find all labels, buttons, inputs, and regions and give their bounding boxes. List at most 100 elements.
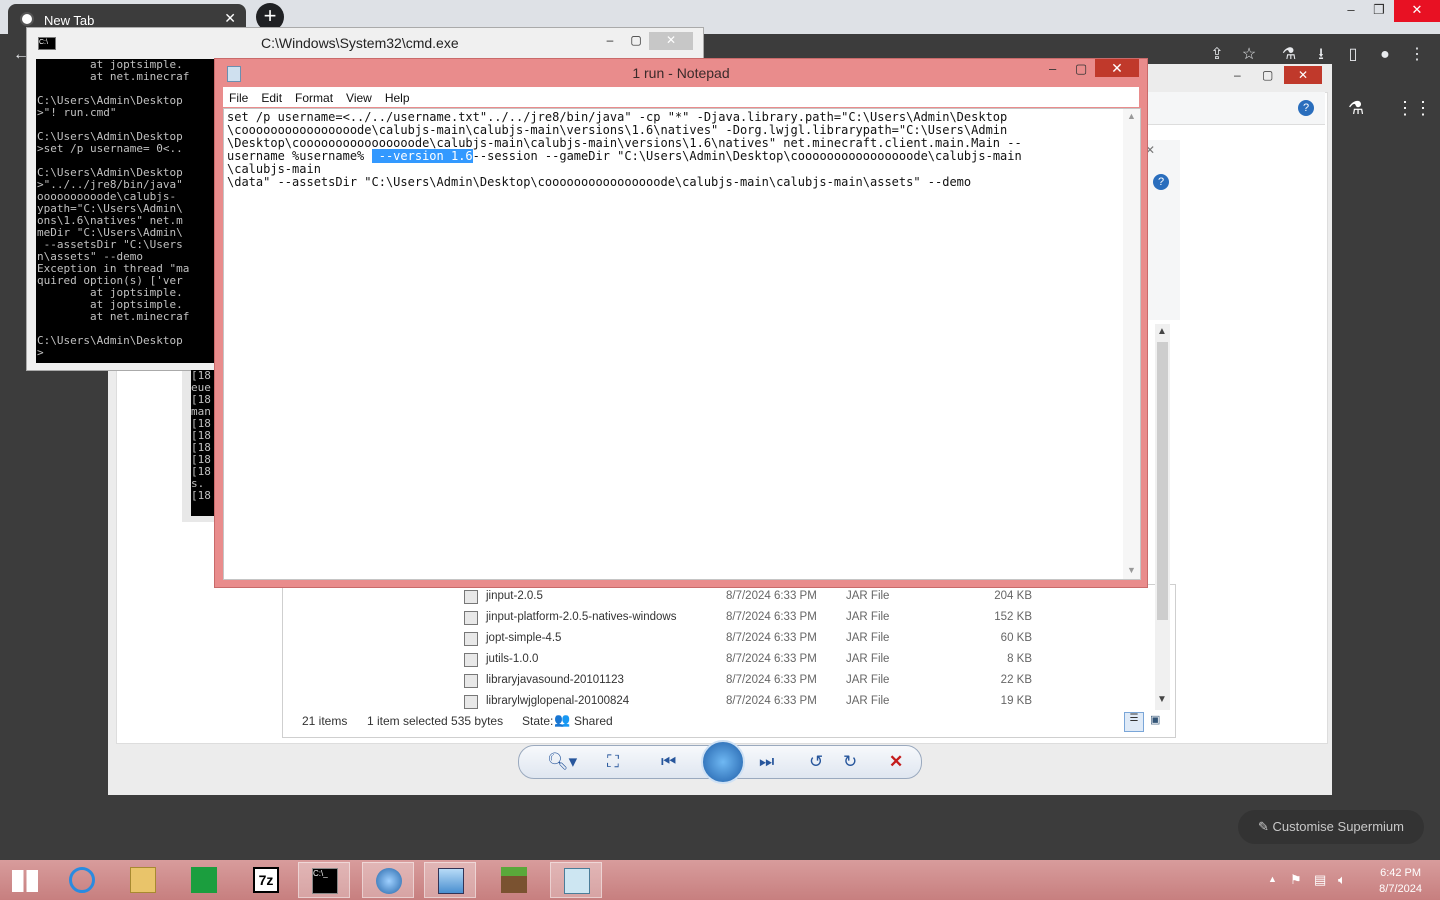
zoom-icon[interactable]: 🔍︎▾ — [547, 752, 577, 772]
dialog-edge — [1145, 140, 1180, 320]
explorer-close-button[interactable]: ✕ — [1284, 66, 1322, 84]
cmd-console-second[interactable]: [18 eue [18 man [18 [18 [18 [18 [18 s. [… — [191, 370, 215, 516]
details-view-icon[interactable]: ☰ — [1124, 712, 1144, 732]
previous-icon[interactable]: ⏮ — [661, 752, 676, 772]
sidepanel-icon[interactable]: ▯ — [1342, 44, 1364, 66]
menu-format[interactable]: Format — [289, 87, 340, 105]
jar-file-icon — [464, 611, 478, 625]
scroll-up-icon[interactable]: ▲ — [1127, 111, 1136, 121]
menu-edit[interactable]: Edit — [255, 87, 289, 105]
file-row[interactable]: libraryjavasound-20101123 8/7/2024 6:33 P… — [464, 671, 1104, 692]
notepad-editor[interactable]: set /p username=<../../username.txt"../.… — [223, 108, 1141, 580]
profile-icon[interactable]: ● — [1374, 44, 1396, 66]
notepad-taskbar-icon — [564, 868, 590, 894]
notepad-text: set /p username=<../../username.txt"../.… — [227, 111, 1107, 189]
apps-grid-icon[interactable]: ⋮⋮ — [1396, 98, 1432, 119]
menu-view[interactable]: View — [340, 87, 379, 105]
notepad-window[interactable]: 1 run - Notepad – ▢ ✕ File Edit Format View… — [214, 58, 1148, 588]
taskbar-store[interactable] — [178, 862, 230, 898]
rotate-right-icon[interactable]: ↻ — [843, 752, 857, 772]
file-name: jinput-2.0.5 — [486, 590, 543, 602]
scroll-down-icon[interactable]: ▼ — [1157, 694, 1167, 705]
explorer-minimize-button[interactable]: – — [1234, 68, 1241, 82]
notepad-scrollbar[interactable]: ▲ ▼ — [1123, 109, 1140, 579]
photo-viewer-toolbar: 🔍︎▾ ⛶ ⏮ ⏭ ↺ ↻ ✕ — [518, 740, 922, 784]
thumbnail-view-icon[interactable]: ▣ — [1150, 713, 1160, 726]
taskbar-internet-explorer[interactable] — [56, 862, 108, 898]
star-icon[interactable]: ☆ — [1238, 44, 1260, 66]
jar-file-icon — [464, 653, 478, 667]
menu-file[interactable]: File — [223, 87, 255, 105]
taskbar-7zip[interactable]: 7z — [240, 862, 292, 898]
network-icon[interactable]: ▤ — [1314, 872, 1326, 888]
scroll-up-icon[interactable]: ▲ — [1157, 326, 1167, 337]
windows-logo-icon — [12, 870, 38, 892]
pencil-icon: ✎ — [1257, 819, 1273, 834]
file-row[interactable]: jutils-1.0.0 8/7/2024 6:33 PM JAR File 8 KB — [464, 650, 1104, 671]
file-row[interactable]: jopt-simple-4.5 8/7/2024 6:33 PM JAR File 6… — [464, 629, 1104, 650]
file-name: jinput-platform-2.0.5-natives-windows — [486, 611, 677, 623]
share-icon[interactable]: ⇪ — [1206, 44, 1228, 66]
download-icon[interactable]: ⭳ — [1310, 44, 1332, 66]
file-name: jutils-1.0.0 — [486, 653, 539, 665]
taskbar-minecraft[interactable] — [488, 862, 540, 898]
cmd-close-button[interactable]: ✕ — [649, 32, 693, 50]
volume-icon[interactable]: 🔈︎ — [1338, 872, 1346, 888]
cmd-taskbar-icon: C:\_ — [312, 868, 338, 894]
cmd-maximize-button[interactable]: ▢ — [623, 32, 649, 50]
action-center-icon[interactable]: ⚑ — [1290, 872, 1302, 888]
scroll-down-icon[interactable]: ▼ — [1127, 565, 1136, 575]
file-row[interactable]: librarylwjglopenal-20100824 8/7/2024 6:33… — [464, 692, 1104, 713]
status-state-label: State: — [522, 714, 554, 728]
labs-icon[interactable]: ⚗ — [1278, 44, 1300, 66]
scrollbar-thumb[interactable] — [1157, 342, 1168, 620]
taskbar-clock[interactable]: 6:42 PM 8/7/2024 — [1379, 865, 1422, 897]
actual-size-icon[interactable]: ⛶ — [607, 752, 619, 772]
close-window-button[interactable]: ✕ — [1394, 0, 1440, 22]
taskbar-file-explorer[interactable] — [117, 862, 169, 898]
rotate-left-icon[interactable]: ↺ — [809, 752, 823, 772]
help-icon[interactable]: ? — [1298, 100, 1314, 116]
status-state-value: Shared — [574, 714, 613, 728]
jar-file-icon — [464, 674, 478, 688]
taskbar-notepad[interactable] — [550, 862, 602, 898]
close-tab-icon[interactable]: ✕ — [224, 10, 236, 27]
file-row[interactable]: jinput-2.0.5 8/7/2024 6:33 PM JAR File 204 … — [464, 587, 1104, 608]
menu-help[interactable]: Help — [379, 87, 417, 105]
status-item-count: 21 items — [302, 714, 348, 728]
notepad-close-button[interactable]: ✕ — [1095, 59, 1139, 77]
customise-button[interactable]: ✎ Customise Supermium — [1238, 810, 1424, 844]
file-type: JAR File — [846, 590, 890, 602]
taskbar-cmd[interactable]: C:\_ — [298, 862, 350, 898]
file-type: JAR File — [846, 674, 890, 686]
file-size: 22 KB — [1000, 674, 1032, 686]
taskbar-browser[interactable] — [362, 862, 414, 898]
delete-icon[interactable]: ✕ — [889, 752, 903, 772]
slideshow-button[interactable] — [701, 740, 745, 784]
notepad-maximize-button[interactable]: ▢ — [1075, 61, 1087, 77]
start-button[interactable] — [0, 862, 52, 898]
shared-users-icon: 👥 — [554, 712, 571, 727]
file-type: JAR File — [846, 653, 890, 665]
jar-file-icon — [464, 632, 478, 646]
file-row[interactable]: jinput-platform-2.0.5-natives-windows 8/7… — [464, 608, 1104, 629]
store-icon — [191, 867, 217, 893]
selected-text: --version 1.6 — [371, 149, 473, 163]
file-size: 204 KB — [994, 590, 1032, 602]
notepad-minimize-button[interactable]: – — [1049, 61, 1056, 76]
file-name: jopt-simple-4.5 — [486, 632, 562, 644]
jar-file-icon — [464, 695, 478, 709]
next-icon[interactable]: ⏭ — [759, 752, 774, 772]
show-hidden-icons[interactable]: ▲ — [1268, 874, 1277, 884]
notepad-title: 1 run - Notepad — [632, 65, 730, 81]
file-type: JAR File — [846, 632, 890, 644]
restore-button[interactable]: ❐ — [1362, 0, 1396, 22]
labs-page-icon[interactable]: ⚗ — [1348, 98, 1364, 119]
cmd-minimize-button[interactable]: – — [597, 32, 623, 50]
menu-icon[interactable]: ⋮ — [1406, 44, 1428, 66]
explorer-maximize-button[interactable]: ▢ — [1262, 68, 1273, 82]
browser-icon — [376, 868, 402, 894]
help-icon[interactable]: ? — [1153, 174, 1169, 190]
taskbar-photo-viewer[interactable] — [424, 862, 476, 898]
file-list-scrollbar[interactable] — [1155, 324, 1170, 710]
